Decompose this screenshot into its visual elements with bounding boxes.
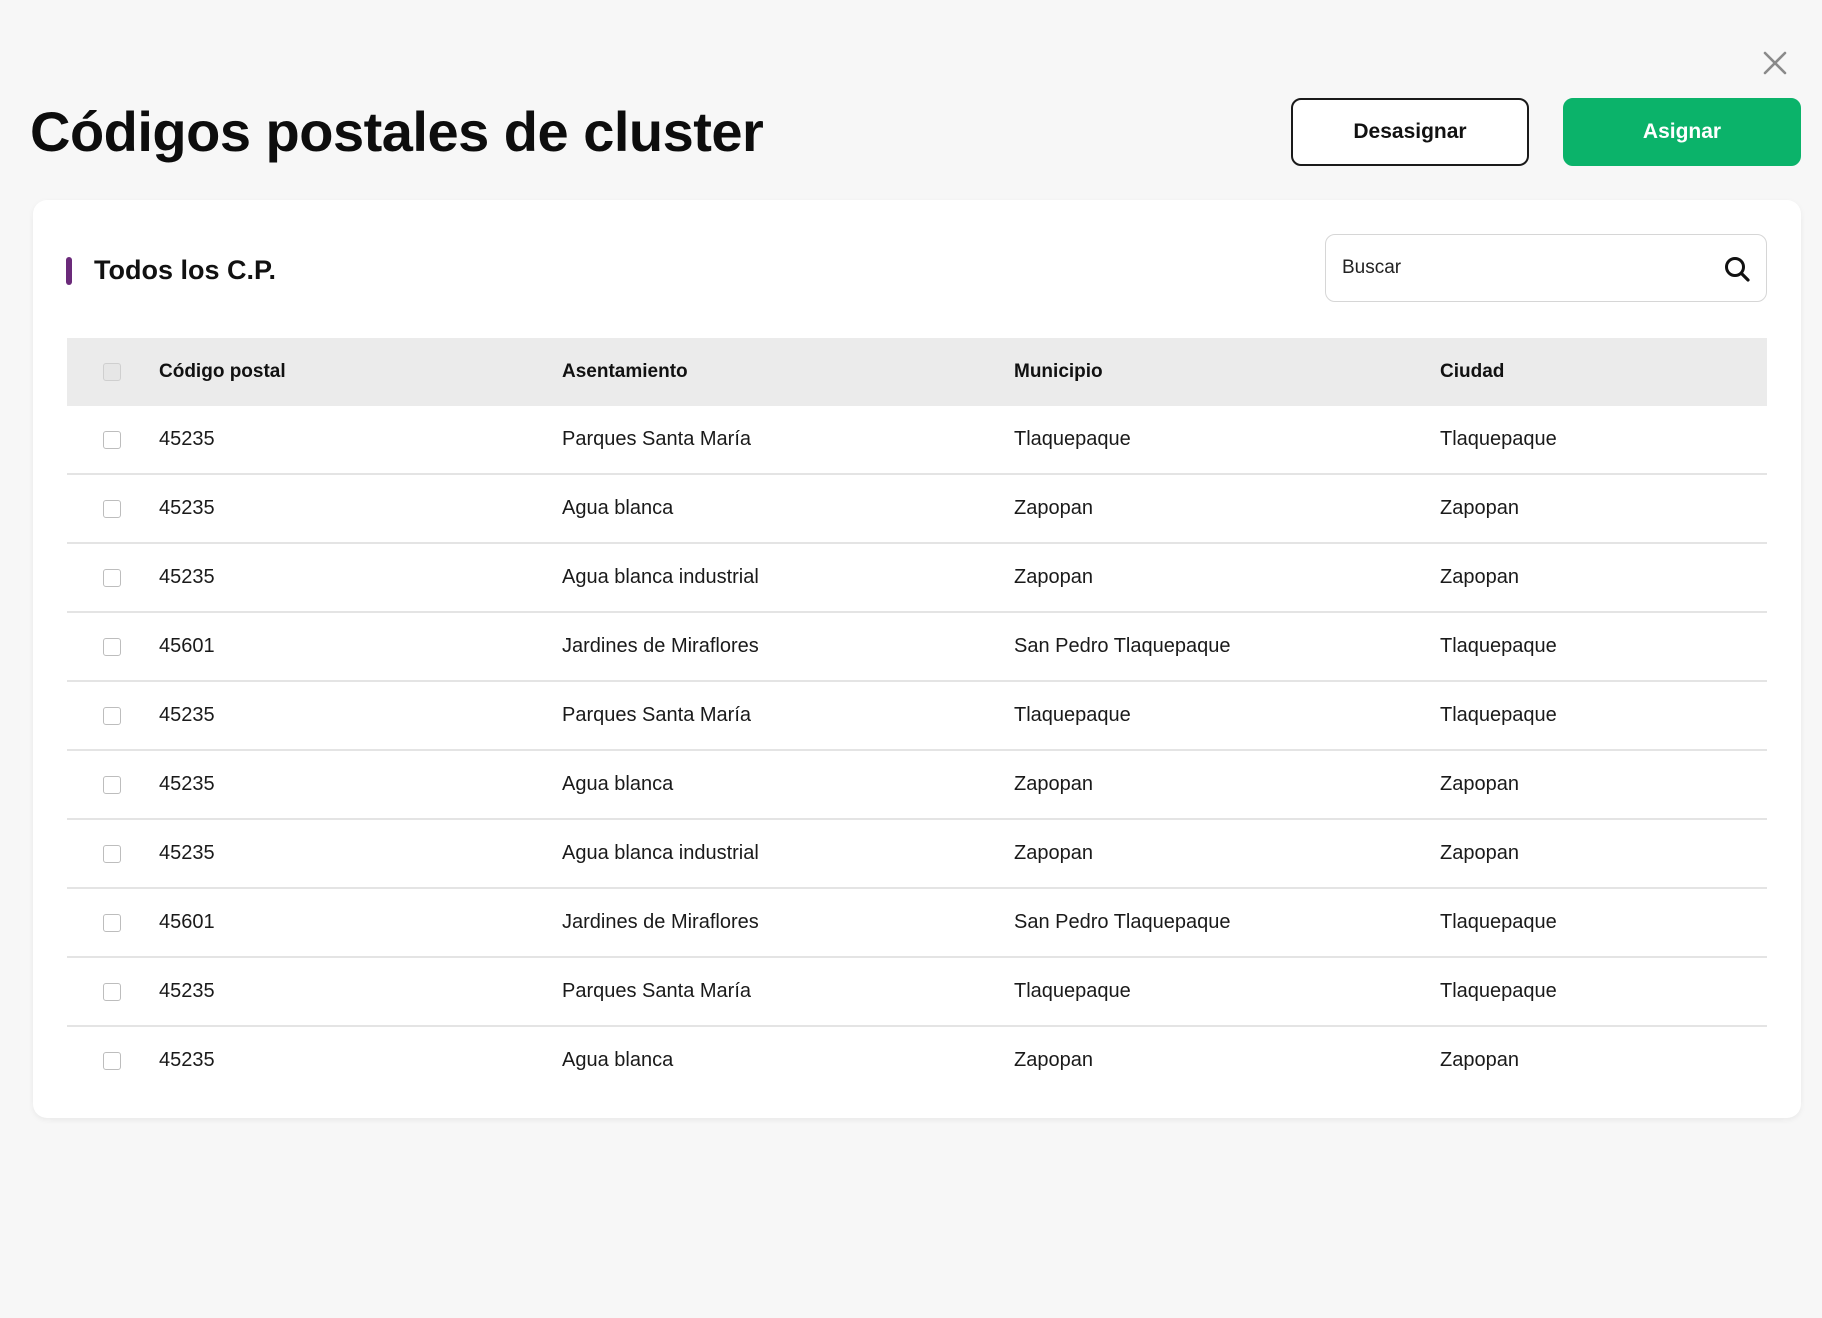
table-row[interactable]: 45601 Jardines de Miraflores San Pedro Tla… bbox=[67, 613, 1767, 682]
postal-codes-table: Código postal Asentamiento Municipio Ciu… bbox=[67, 338, 1767, 1094]
search-box bbox=[1325, 234, 1767, 302]
table-row[interactable]: 45235 Agua blanca Zapopan Zapopan bbox=[67, 751, 1767, 820]
row-checkbox[interactable] bbox=[103, 775, 121, 794]
city-cell: Zapopan bbox=[1440, 842, 1519, 864]
city-cell: Zapopan bbox=[1440, 566, 1519, 588]
settlement-cell: Agua blanca bbox=[562, 1049, 674, 1071]
municipality-cell: Zapopan bbox=[1014, 773, 1093, 795]
section-title: Todos los C.P. bbox=[94, 255, 277, 285]
table-row[interactable]: 45235 Agua blanca Zapopan Zapopan bbox=[67, 1027, 1767, 1094]
postal-code-cell: 45601 bbox=[159, 911, 215, 933]
column-header-municipality[interactable]: Municipio bbox=[1014, 338, 1103, 406]
settlement-cell: Jardines de Miraflores bbox=[562, 911, 759, 933]
city-cell: Tlaquepaque bbox=[1440, 980, 1557, 1002]
row-checkbox[interactable] bbox=[103, 844, 121, 863]
assign-button[interactable]: Asignar bbox=[1563, 98, 1801, 166]
municipality-cell: Zapopan bbox=[1014, 1049, 1093, 1071]
row-checkbox-cell bbox=[101, 613, 123, 680]
postal-code-cell: 45235 bbox=[159, 842, 215, 864]
row-checkbox[interactable] bbox=[103, 568, 121, 587]
row-checkbox-cell bbox=[101, 544, 123, 611]
settlement-cell: Agua blanca bbox=[562, 497, 674, 519]
municipality-cell: Tlaquepaque bbox=[1014, 704, 1131, 726]
municipality-cell: San Pedro Tlaquepaque bbox=[1014, 635, 1231, 657]
city-cell: Tlaquepaque bbox=[1440, 911, 1557, 933]
row-checkbox-cell bbox=[101, 889, 123, 956]
unassign-button[interactable]: Desasignar bbox=[1291, 98, 1529, 166]
row-checkbox[interactable] bbox=[103, 706, 121, 725]
row-checkbox-cell bbox=[101, 475, 123, 542]
select-all-checkbox[interactable] bbox=[103, 363, 121, 381]
select-all-cell bbox=[101, 338, 123, 406]
postal-code-cell: 45601 bbox=[159, 635, 215, 657]
row-checkbox-cell bbox=[101, 406, 123, 473]
table-row[interactable]: 45601 Jardines de Miraflores San Pedro Tla… bbox=[67, 889, 1767, 958]
row-checkbox[interactable] bbox=[103, 499, 121, 518]
settlement-cell: Agua blanca bbox=[562, 773, 674, 795]
page-title: Códigos postales de cluster bbox=[30, 100, 764, 163]
municipality-cell: San Pedro Tlaquepaque bbox=[1014, 911, 1231, 933]
table-row[interactable]: 45235 Parques Santa María Tlaquepaque Tlaqu… bbox=[67, 406, 1767, 475]
section-accent-bar bbox=[66, 257, 72, 285]
postal-code-cell: 45235 bbox=[159, 704, 215, 726]
close-icon bbox=[1763, 51, 1787, 75]
municipality-cell: Zapopan bbox=[1014, 566, 1093, 588]
row-checkbox-cell bbox=[101, 958, 123, 1025]
search-input[interactable] bbox=[1342, 235, 1702, 301]
city-cell: Tlaquepaque bbox=[1440, 428, 1557, 450]
city-cell: Zapopan bbox=[1440, 1049, 1519, 1071]
settlement-cell: Agua blanca industrial bbox=[562, 566, 759, 588]
settlement-cell: Parques Santa María bbox=[562, 704, 751, 726]
search-icon[interactable] bbox=[1723, 255, 1751, 283]
municipality-cell: Tlaquepaque bbox=[1014, 428, 1131, 450]
column-header-postal-code[interactable]: Código postal bbox=[159, 338, 286, 406]
row-checkbox-cell bbox=[101, 820, 123, 887]
postal-code-cell: 45235 bbox=[159, 566, 215, 588]
table-body: 45235 Parques Santa María Tlaquepaque Tlaqu… bbox=[67, 406, 1767, 1094]
postal-code-cell: 45235 bbox=[159, 980, 215, 1002]
settlement-cell: Parques Santa María bbox=[562, 980, 751, 1002]
column-header-city[interactable]: Ciudad bbox=[1440, 338, 1504, 406]
municipality-cell: Zapopan bbox=[1014, 842, 1093, 864]
row-checkbox-cell bbox=[101, 682, 123, 749]
table-row[interactable]: 45235 Agua blanca industrial Zapopan Zapopa… bbox=[67, 544, 1767, 613]
close-button[interactable] bbox=[1759, 47, 1791, 79]
municipality-cell: Tlaquepaque bbox=[1014, 980, 1131, 1002]
table-row[interactable]: 45235 Parques Santa María Tlaquepaque Tlaqu… bbox=[67, 958, 1767, 1027]
city-cell: Zapopan bbox=[1440, 773, 1519, 795]
table-row[interactable]: 45235 Agua blanca Zapopan Zapopan bbox=[67, 475, 1767, 544]
postal-code-cell: 45235 bbox=[159, 773, 215, 795]
settlement-cell: Agua blanca industrial bbox=[562, 842, 759, 864]
postal-code-cell: 45235 bbox=[159, 428, 215, 450]
row-checkbox[interactable] bbox=[103, 913, 121, 932]
table-header: Código postal Asentamiento Municipio Ciu… bbox=[67, 338, 1767, 406]
city-cell: Tlaquepaque bbox=[1440, 704, 1557, 726]
row-checkbox-cell bbox=[101, 1027, 123, 1094]
municipality-cell: Zapopan bbox=[1014, 497, 1093, 519]
row-checkbox[interactable] bbox=[103, 1051, 121, 1070]
row-checkbox[interactable] bbox=[103, 430, 121, 449]
row-checkbox-cell bbox=[101, 751, 123, 818]
column-header-settlement[interactable]: Asentamiento bbox=[562, 338, 688, 406]
settlement-cell: Parques Santa María bbox=[562, 428, 751, 450]
postal-code-cell: 45235 bbox=[159, 497, 215, 519]
postal-codes-card: Todos los C.P. Código postal Asentamient… bbox=[33, 200, 1801, 1118]
city-cell: Zapopan bbox=[1440, 497, 1519, 519]
city-cell: Tlaquepaque bbox=[1440, 635, 1557, 657]
table-row[interactable]: 45235 Parques Santa María Tlaquepaque Tlaqu… bbox=[67, 682, 1767, 751]
table-row[interactable]: 45235 Agua blanca industrial Zapopan Zapopa… bbox=[67, 820, 1767, 889]
row-checkbox[interactable] bbox=[103, 982, 121, 1001]
row-checkbox[interactable] bbox=[103, 637, 121, 656]
settlement-cell: Jardines de Miraflores bbox=[562, 635, 759, 657]
postal-code-cell: 45235 bbox=[159, 1049, 215, 1071]
